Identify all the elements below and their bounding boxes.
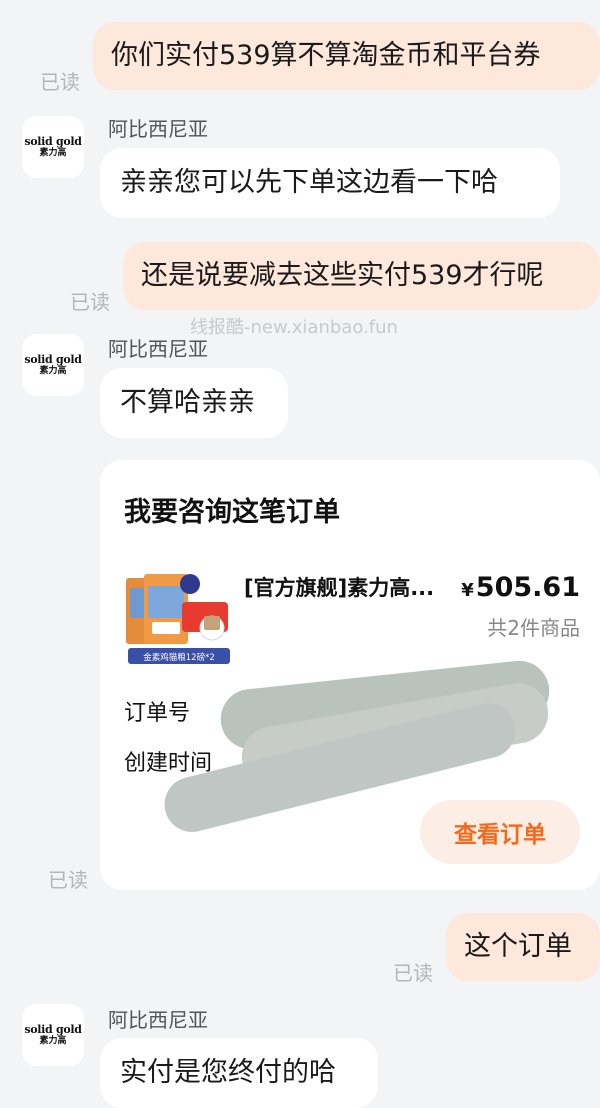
product-name: [官方旗舰]素力高... [244, 576, 435, 600]
merchant-avatar[interactable]: solid gold 素力高 [22, 116, 84, 178]
merchant-avatar[interactable]: solid gold 素力高 [22, 334, 84, 396]
avatar-brand-cn: 素力高 [39, 365, 67, 376]
avatar-brand-cn: 素力高 [39, 147, 67, 158]
message-bubble-incoming[interactable]: 不算哈亲亲 [100, 368, 288, 438]
read-receipt: 已读 [393, 961, 433, 985]
avatar-brand: solid gold [24, 134, 82, 148]
currency-symbol: ¥ [461, 580, 474, 601]
message-text: 实付是您终付的哈 [120, 1056, 336, 1088]
avatar-brand: solid gold [24, 1022, 82, 1036]
message-text: 你们实付539算不算淘金币和平台券 [111, 39, 541, 71]
message-text: 亲亲您可以先下单这边看一下哈 [120, 166, 498, 198]
sender-name: 阿比西尼亚 [108, 117, 208, 141]
thumb-caption: 金素鸡猫粮12磅*2 [143, 652, 214, 663]
avatar-brand: solid gold [24, 352, 82, 366]
view-order-button[interactable]: 查看订单 [420, 800, 580, 864]
message-bubble-outgoing[interactable]: 你们实付539算不算淘金币和平台券 [93, 22, 600, 90]
merchant-avatar[interactable]: solid gold 素力高 [22, 1004, 84, 1066]
order-price: ¥505.61 [461, 572, 580, 603]
message-bubble-outgoing[interactable]: 还是说要减去这些实付539才行呢 [123, 242, 600, 310]
message-text: 还是说要减去这些实付539才行呢 [141, 259, 544, 291]
product-thumbnail[interactable]: 金素鸡猫粮12磅*2 [124, 566, 234, 666]
watermark: 线报酷-new.xianbao.fun [190, 317, 398, 338]
message-text: 不算哈亲亲 [120, 386, 255, 418]
message-text: 这个订单 [464, 930, 572, 962]
sender-name: 阿比西尼亚 [108, 337, 208, 361]
item-count: 共2件商品 [487, 616, 580, 640]
order-card[interactable]: 我要咨询这笔订单 金素鸡猫粮12磅*2 [官方旗舰]素力高... ¥505.61… [100, 460, 600, 890]
read-receipt: 已读 [40, 70, 80, 94]
order-number-label: 订单号 [124, 701, 191, 726]
message-bubble-incoming[interactable]: 实付是您终付的哈 [100, 1038, 378, 1108]
read-receipt: 已读 [48, 868, 88, 892]
order-card-title: 我要咨询这笔订单 [124, 497, 340, 528]
created-time-label: 创建时间 [124, 751, 213, 776]
price-value: 505.61 [475, 572, 580, 603]
avatar-brand-cn: 素力高 [39, 1035, 67, 1046]
message-bubble-incoming[interactable]: 亲亲您可以先下单这边看一下哈 [100, 148, 560, 218]
message-bubble-outgoing[interactable]: 这个订单 [446, 913, 600, 981]
sender-name: 阿比西尼亚 [108, 1008, 208, 1032]
read-receipt: 已读 [70, 290, 110, 314]
